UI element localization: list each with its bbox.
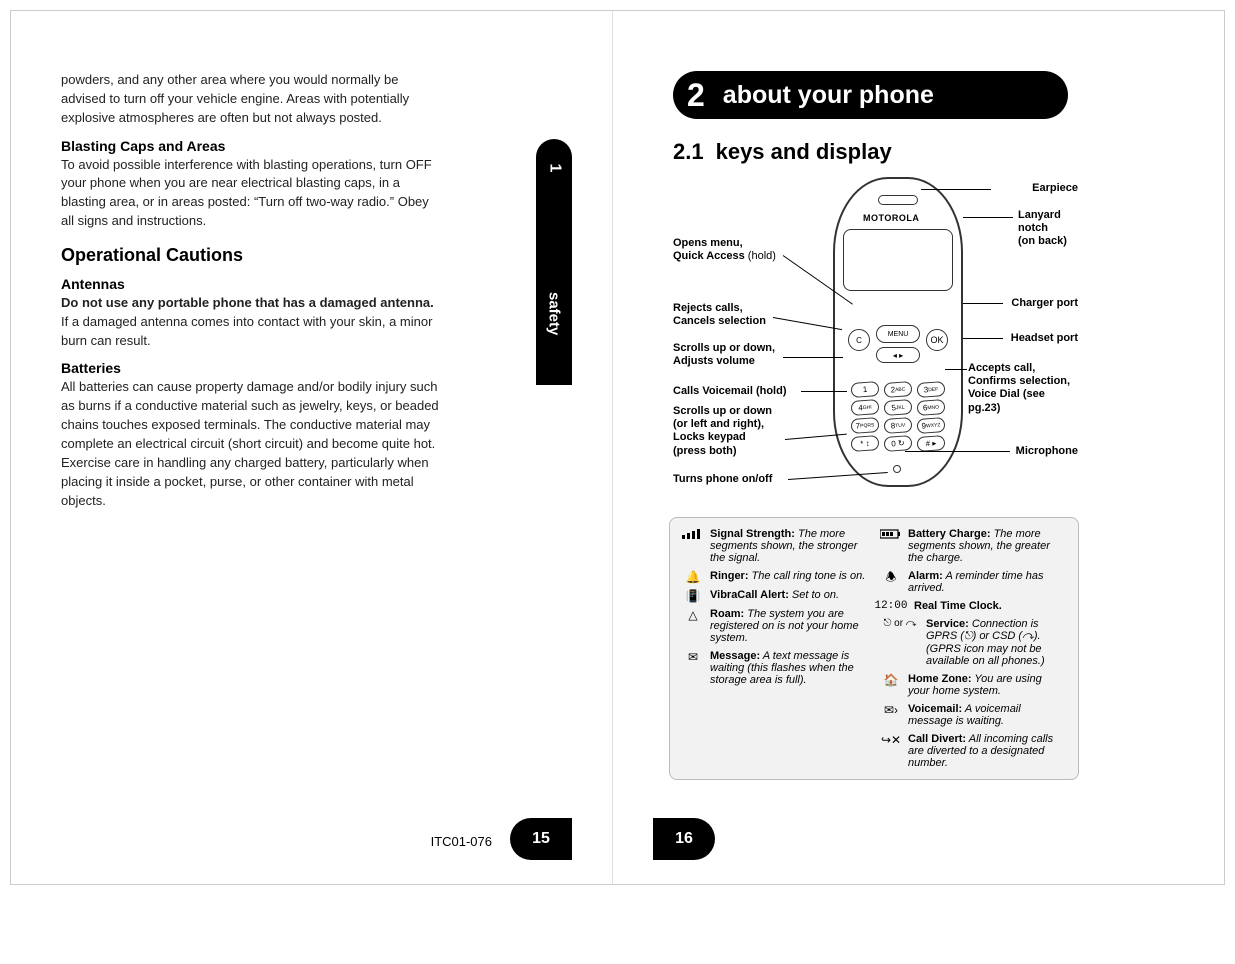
callout-rejects: Rejects calls, Cancels selection xyxy=(673,302,766,328)
chapter-number: 2 xyxy=(687,77,705,114)
call-divert-icon: ↪✕ xyxy=(880,733,902,746)
signal-strength-icon xyxy=(682,528,704,541)
page-number-left: 15 xyxy=(510,818,572,860)
callout-scrolls-keypad: Scrolls up or down (or left and right), … xyxy=(673,405,772,458)
phone-screen xyxy=(843,229,953,291)
icon-row-alarm: 🕭 Alarm: A reminder time has arrived. xyxy=(880,570,1066,594)
callout-scrolls-volume: Scrolls up or down, Adjusts volume xyxy=(673,342,775,368)
callout-power: Turns phone on/off xyxy=(673,473,772,486)
icon-row-ringer: 🔔 Ringer: The call ring tone is on. xyxy=(682,570,868,583)
page-spread: powders, and any other area where you wo… xyxy=(10,10,1225,885)
envelope-icon: ✉ xyxy=(682,650,704,663)
antennas-rest: If a damaged antenna comes into contact … xyxy=(61,314,432,348)
icon-row-divert: ↪✕ Call Divert: All incoming calls are d… xyxy=(880,733,1066,769)
page-right: 16 2 about your phone 2.1 keys and displa… xyxy=(613,11,1224,884)
blasting-paragraph: To avoid possible interference with blas… xyxy=(61,156,441,231)
callout-accept: Accepts call, Confirms selection, Voice … xyxy=(968,362,1078,415)
phone-mic xyxy=(893,465,901,473)
section-title: 2.1 keys and display xyxy=(673,139,1174,165)
callout-headset: Headset port xyxy=(1011,332,1078,345)
phone-speaker xyxy=(878,195,918,205)
phone-brand: MOTOROLA xyxy=(863,213,919,223)
vibrate-icon: 📳 xyxy=(682,589,704,602)
icon-row-battery: Battery Charge: The more segments shown,… xyxy=(880,528,1066,564)
heading-blasting: Blasting Caps and Areas xyxy=(61,138,441,154)
alarm-icon: 🕭 xyxy=(880,570,902,583)
section-name: keys and display xyxy=(716,139,892,164)
intro-paragraph: powders, and any other area where you wo… xyxy=(61,71,441,128)
chapter-banner: 2 about your phone xyxy=(673,71,1068,119)
tab-chapter-number: 1 xyxy=(545,164,563,173)
chapter-title: about your phone xyxy=(723,81,934,110)
icon-row-clock: 12:00 Real Time Clock. xyxy=(880,600,1066,612)
antennas-paragraph: Do not use any portable phone that has a… xyxy=(61,294,441,351)
page-number-right: 16 xyxy=(653,818,715,860)
voicemail-icon: ✉› xyxy=(880,703,902,716)
heading-antennas: Antennas xyxy=(61,276,441,292)
icon-row-homezone: 🏠 Home Zone: You are using your home sys… xyxy=(880,673,1066,697)
icon-row-service: ⎋ or ↷ Service: Connection is GPRS (⎋) o… xyxy=(880,618,1066,667)
callout-earpiece: Earpiece xyxy=(1032,182,1078,195)
home-icon: 🏠 xyxy=(880,673,902,686)
battery-icon xyxy=(880,528,902,541)
footer-doc-code: ITC01-076 xyxy=(431,834,492,849)
callout-voicemail: Calls Voicemail (hold) xyxy=(673,385,787,398)
antennas-bold: Do not use any portable phone that has a… xyxy=(61,295,434,310)
roam-icon: △ xyxy=(682,608,704,621)
phone-keypad: 12ABC3DEF 4GHI5JKL6MNO 7PQRS8TUV9WXYZ * … xyxy=(851,382,945,454)
display-icons-panel: Signal Strength: The more segments shown… xyxy=(669,517,1079,780)
callout-lanyard: Lanyard notch (on back) xyxy=(1018,209,1078,249)
callout-opens-menu: Opens menu, Quick Access (hold) xyxy=(673,237,776,263)
page-left: powders, and any other area where you wo… xyxy=(11,11,613,884)
heading-operational: Operational Cautions xyxy=(61,245,441,266)
icons-right-column: Battery Charge: The more segments shown,… xyxy=(880,528,1066,769)
heading-batteries: Batteries xyxy=(61,360,441,376)
service-icon: ⎋ or ↷ xyxy=(880,618,920,629)
bell-icon: 🔔 xyxy=(682,570,704,583)
phone-diagram: MOTOROLA C MENU OK ◂ ▸ 12ABC3DEF 4GHI5JK… xyxy=(673,177,1078,507)
callout-microphone: Microphone xyxy=(1016,445,1078,458)
icon-row-voicemail: ✉› Voicemail: A voicemail message is wai… xyxy=(880,703,1066,727)
phone-midkeys: C MENU OK ◂ ▸ xyxy=(848,325,948,375)
icon-row-vibracall: 📳 VibraCall Alert: Set to on. xyxy=(682,589,868,602)
batteries-paragraph: All batteries can cause property damage … xyxy=(61,378,441,510)
side-tab-safety: 1 safety xyxy=(536,139,572,385)
icon-row-signal: Signal Strength: The more segments shown… xyxy=(682,528,868,564)
section-number: 2.1 xyxy=(673,139,704,164)
icons-left-column: Signal Strength: The more segments shown… xyxy=(682,528,868,769)
clock-icon: 12:00 xyxy=(874,600,908,612)
tab-label: safety xyxy=(546,292,563,335)
icon-row-message: ✉ Message: A text message is waiting (th… xyxy=(682,650,868,686)
callout-charger: Charger port xyxy=(1011,297,1078,310)
icon-row-roam: △ Roam: The system you are registered on… xyxy=(682,608,868,644)
